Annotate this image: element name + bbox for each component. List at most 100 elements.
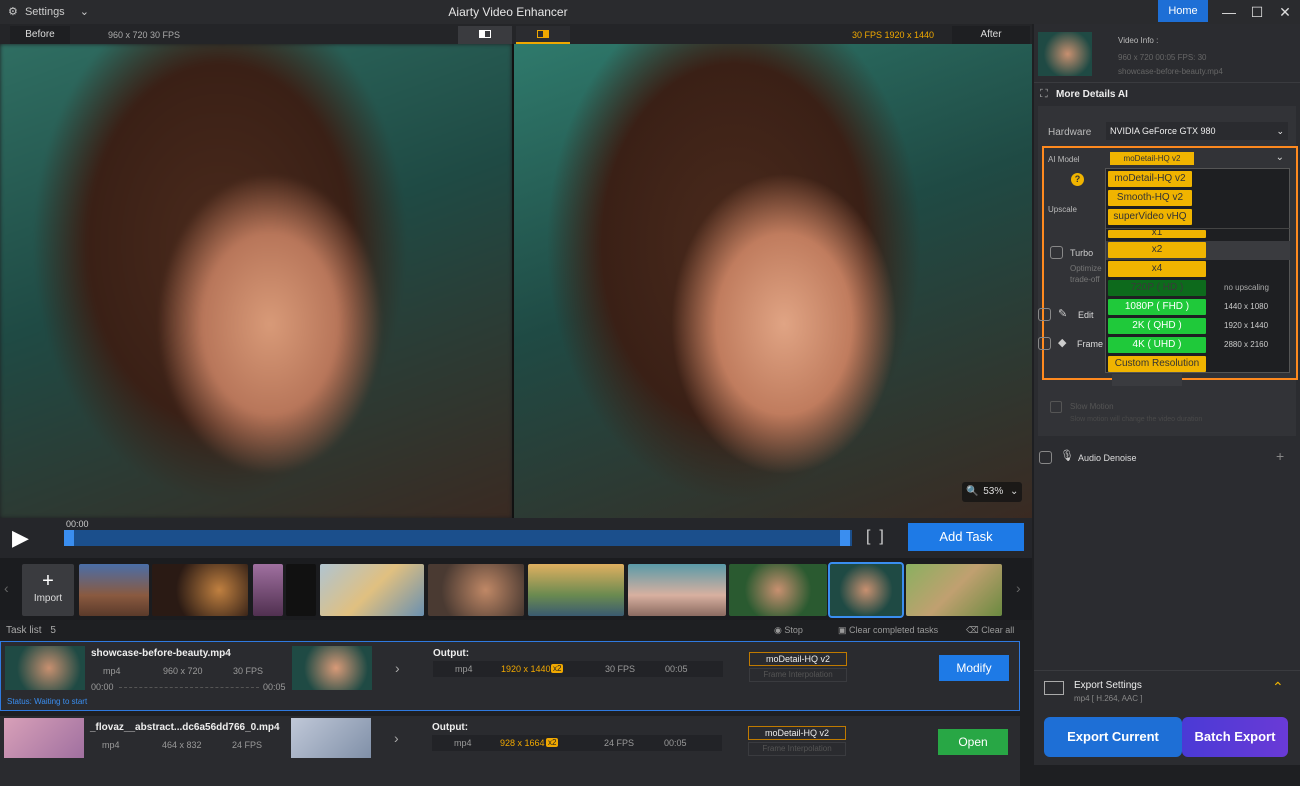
current-time: 00:00	[66, 519, 89, 529]
output-details: mp4 928 x 1664 x2 24 FPS 00:05	[432, 735, 722, 751]
video-thumbnail[interactable]	[152, 564, 248, 616]
chevron-down-icon: ⌄	[1275, 152, 1284, 163]
after-info: 30 FPS 1920 x 1440	[851, 30, 935, 40]
video-thumbnail[interactable]	[253, 564, 283, 616]
res-option-2k[interactable]: 2K ( QHD )	[1108, 318, 1206, 334]
help-icon[interactable]: ?	[1071, 173, 1084, 186]
scroll-right-icon[interactable]: ›	[1016, 580, 1021, 596]
timeline-start-handle[interactable]	[64, 530, 74, 546]
export-current-button[interactable]: Export Current	[1044, 717, 1182, 757]
custom-resolution-option[interactable]: Custom Resolution	[1108, 356, 1206, 372]
scale-option-x2[interactable]: x2	[1108, 242, 1206, 258]
add-task-button[interactable]: Add Task	[908, 523, 1024, 551]
video-thumbnail[interactable]	[528, 564, 624, 616]
video-thumbnail[interactable]	[286, 564, 316, 616]
ai-model-select[interactable]: moDetail-HQ v2 ⌄	[1106, 151, 1288, 167]
chevrons-up-icon[interactable]: ⌃	[1272, 679, 1284, 696]
task-status: Status: Waiting to start	[7, 697, 88, 706]
import-button[interactable]: + Import	[22, 564, 74, 616]
modify-button[interactable]: Modify	[939, 655, 1009, 681]
zoom-level: 53%	[983, 486, 1004, 497]
open-button[interactable]: Open	[938, 729, 1008, 755]
single-view-button[interactable]	[458, 26, 512, 44]
maximize-button[interactable]: ☐	[1242, 2, 1272, 22]
zoom-control[interactable]: 🔍 53% ⌄	[962, 482, 1022, 502]
res-option-720p[interactable]: 720P ( HD )	[1108, 280, 1206, 296]
video-thumbnail[interactable]	[320, 564, 424, 616]
task-format: mp4	[102, 740, 120, 750]
res-value-720p: no upscaling	[1224, 283, 1269, 292]
settings-panel: Video Info : 960 x 720 00:05 FPS: 30 sho…	[1034, 24, 1300, 765]
task-interp-badge: Frame Interpolation	[748, 742, 846, 756]
scale-option-x1[interactable]: x1	[1108, 230, 1206, 238]
task-format: mp4	[103, 666, 121, 676]
frame-interp-checkbox[interactable]	[1038, 337, 1051, 350]
chevron-down-icon: ⌄	[1276, 126, 1284, 136]
output-duration: 00:05	[665, 664, 688, 674]
split-divider[interactable]	[512, 44, 514, 518]
close-button[interactable]: ✕	[1270, 2, 1300, 22]
plus-icon[interactable]: +	[1276, 448, 1284, 464]
video-thumbnail[interactable]	[729, 564, 827, 616]
res-value-4k: 2880 x 2160	[1224, 340, 1269, 349]
stop-button[interactable]: ◉ Stop	[774, 625, 803, 636]
clear-all-button[interactable]: ⌫ Clear all	[966, 625, 1014, 636]
video-preview[interactable]: 🔍 53% ⌄	[0, 44, 1032, 518]
output-label: Output:	[433, 648, 470, 659]
batch-export-button[interactable]: Batch Export	[1182, 717, 1288, 757]
output-resolution: 1920 x 1440	[501, 664, 551, 674]
video-thumbnail[interactable]	[628, 564, 726, 616]
play-button[interactable]: ▶	[12, 526, 36, 550]
model-option-supervideo[interactable]: superVideo vHQ	[1108, 209, 1192, 225]
app-title: Aiarty Video Enhancer	[448, 5, 568, 19]
video-thumbnail[interactable]	[906, 564, 1002, 616]
edit-checkbox[interactable]	[1038, 308, 1051, 321]
task-interp-badge: Frame Interpolation	[749, 668, 847, 682]
video-thumbnail-selected[interactable]	[828, 562, 904, 618]
slow-motion-desc: Slow motion will change the video durati…	[1070, 416, 1203, 423]
minimize-button[interactable]: —	[1214, 2, 1244, 22]
hardware-label: Hardware	[1048, 127, 1092, 138]
split-view-icon	[537, 30, 549, 39]
clear-all-label: Clear all	[981, 625, 1015, 635]
video-thumbnail[interactable]	[428, 564, 524, 616]
trim-icon[interactable]: [ ]	[866, 528, 884, 546]
hardware-select[interactable]: NVIDIA GeForce GTX 980 ⌄	[1106, 122, 1288, 140]
res-value-1080p: 1440 x 1080	[1224, 302, 1269, 311]
video-thumbnail[interactable]	[79, 564, 149, 616]
timeline-track[interactable]	[64, 530, 852, 546]
fps-select[interactable]	[1112, 374, 1182, 386]
thumbnail-strip: ‹ + Import ›	[0, 558, 1032, 620]
scroll-left-icon[interactable]: ‹	[4, 580, 9, 596]
output-duration: 00:05	[664, 738, 687, 748]
clear-completed-button[interactable]: ▣ Clear completed tasks	[838, 625, 938, 636]
export-settings-value: mp4 [ H.264, AAC ]	[1074, 694, 1143, 703]
task-row[interactable]: showcase-before-beauty.mp4 mp4 960 x 720…	[0, 641, 1020, 711]
home-button[interactable]: Home	[1158, 0, 1208, 22]
split-view-button[interactable]	[516, 26, 570, 44]
task-list-header: Task list 5	[6, 625, 56, 636]
res-option-4k[interactable]: 4K ( UHD )	[1108, 337, 1206, 353]
slow-motion-checkbox[interactable]	[1050, 401, 1062, 413]
microphone-icon: 🎙	[1060, 450, 1074, 462]
model-option-smooth[interactable]: Smooth-HQ v2	[1108, 190, 1192, 206]
upscale-label: Upscale	[1048, 205, 1077, 214]
timeline-end-handle[interactable]	[840, 530, 850, 546]
diamond-icon: ◆	[1058, 337, 1067, 349]
hardware-value: NVIDIA GeForce GTX 980	[1110, 126, 1216, 136]
video-info-thumbnail	[1038, 32, 1092, 76]
output-format: mp4	[454, 738, 472, 748]
task-resolution: 960 x 720	[163, 666, 203, 676]
before-frame	[0, 44, 512, 518]
task-row[interactable]: _flovaz__abstract...dc6a56dd766_0.mp4 mp…	[0, 716, 1020, 786]
res-option-1080p[interactable]: 1080P ( FHD )	[1108, 299, 1206, 315]
expand-icon: ⛶	[1040, 88, 1048, 100]
audio-denoise-checkbox[interactable]	[1039, 451, 1052, 464]
output-thumbnail	[291, 718, 371, 758]
turbo-checkbox[interactable]	[1050, 246, 1063, 259]
task-count: 5	[50, 625, 56, 636]
export-settings[interactable]: Export Settings mp4 [ H.264, AAC ] ⌃	[1034, 670, 1300, 710]
task-filename: _flovaz__abstract...dc6a56dd766_0.mp4	[90, 722, 280, 733]
scale-option-x4[interactable]: x4	[1108, 261, 1206, 277]
model-option-modetail[interactable]: moDetail-HQ v2	[1108, 171, 1192, 187]
